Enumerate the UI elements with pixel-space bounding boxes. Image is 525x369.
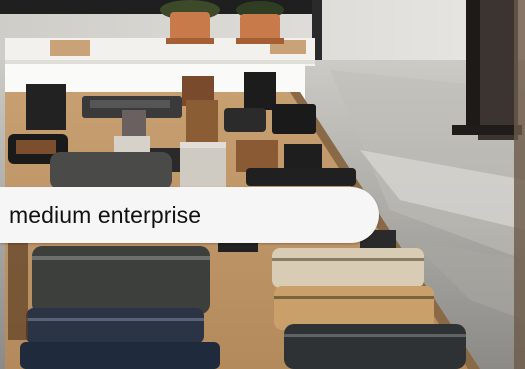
store-photo xyxy=(0,0,525,369)
category-label-text: medium enterprise xyxy=(9,201,202,228)
category-label-banner: medium enterprise xyxy=(0,187,379,243)
